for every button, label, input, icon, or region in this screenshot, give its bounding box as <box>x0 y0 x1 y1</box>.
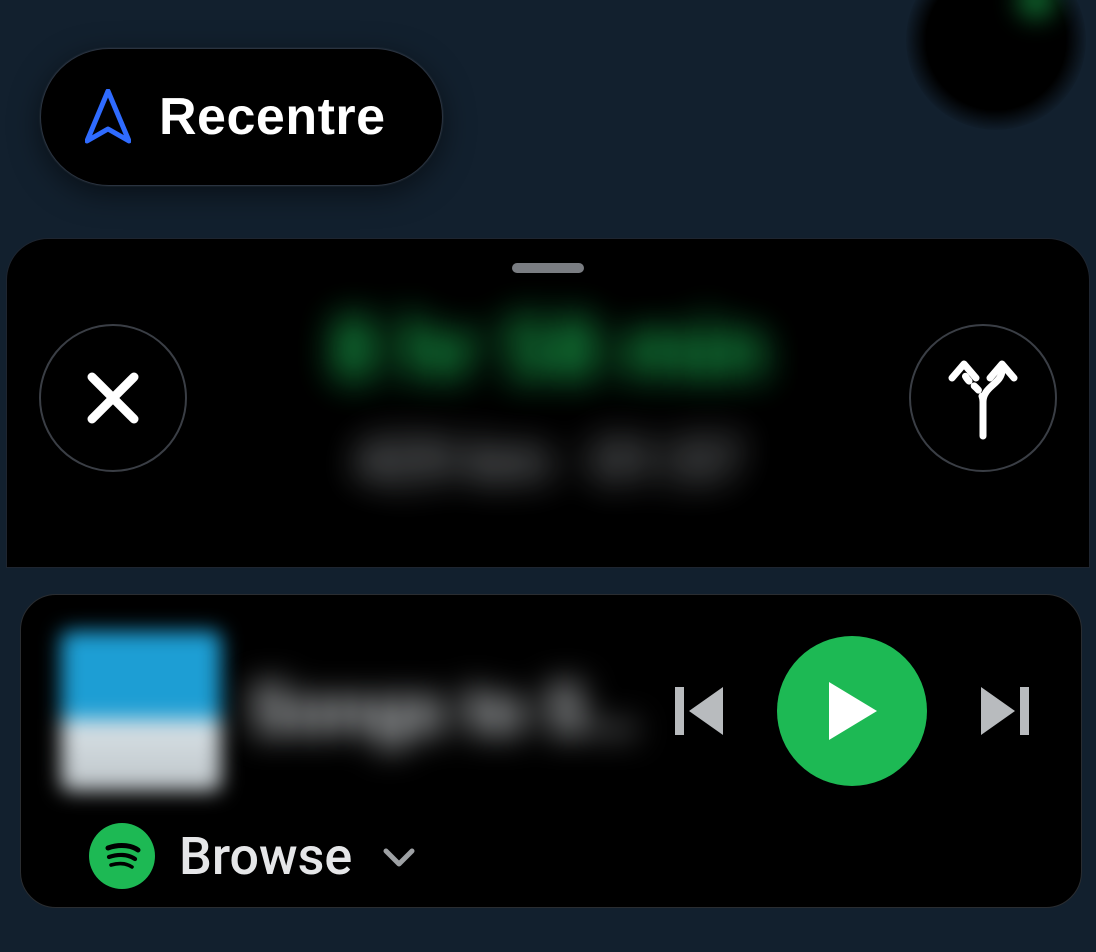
nav-row: 8 hr 58 min 429 km · 01:57 <box>35 299 1061 496</box>
close-icon <box>82 367 144 429</box>
alternate-routes-button[interactable] <box>909 324 1057 472</box>
play-icon <box>823 678 881 744</box>
album-art[interactable] <box>61 631 221 791</box>
close-navigation-button[interactable] <box>39 324 187 472</box>
media-player-card: Songs to S… <box>20 594 1082 908</box>
navigation-eta-card: 8 hr 58 min 429 km · 01:57 <box>6 238 1090 568</box>
next-track-button[interactable] <box>965 671 1041 751</box>
media-controls <box>663 636 1041 786</box>
previous-track-button[interactable] <box>663 671 739 751</box>
play-button[interactable] <box>777 636 927 786</box>
skip-previous-icon <box>673 681 729 741</box>
alternate-routes-icon <box>944 356 1022 440</box>
chevron-down-icon <box>382 847 416 873</box>
drag-handle[interactable] <box>512 263 584 273</box>
eta-details: 429 km · 01:57 <box>355 428 742 496</box>
spotify-icon <box>89 823 155 889</box>
eta-time: 8 hr 58 min <box>329 299 766 400</box>
skip-next-icon <box>975 681 1031 741</box>
recentre-label: Recentre <box>159 87 386 147</box>
profile-avatar-partial <box>906 0 1086 130</box>
navigation-arrow-icon <box>85 89 131 145</box>
browse-button[interactable]: Browse <box>61 823 1041 889</box>
media-top-row: Songs to S… <box>61 627 1041 795</box>
browse-label: Browse <box>179 826 352 887</box>
track-title: Songs to S… <box>249 670 635 752</box>
eta-info[interactable]: 8 hr 58 min 429 km · 01:57 <box>187 299 909 496</box>
recentre-button[interactable]: Recentre <box>40 48 443 186</box>
